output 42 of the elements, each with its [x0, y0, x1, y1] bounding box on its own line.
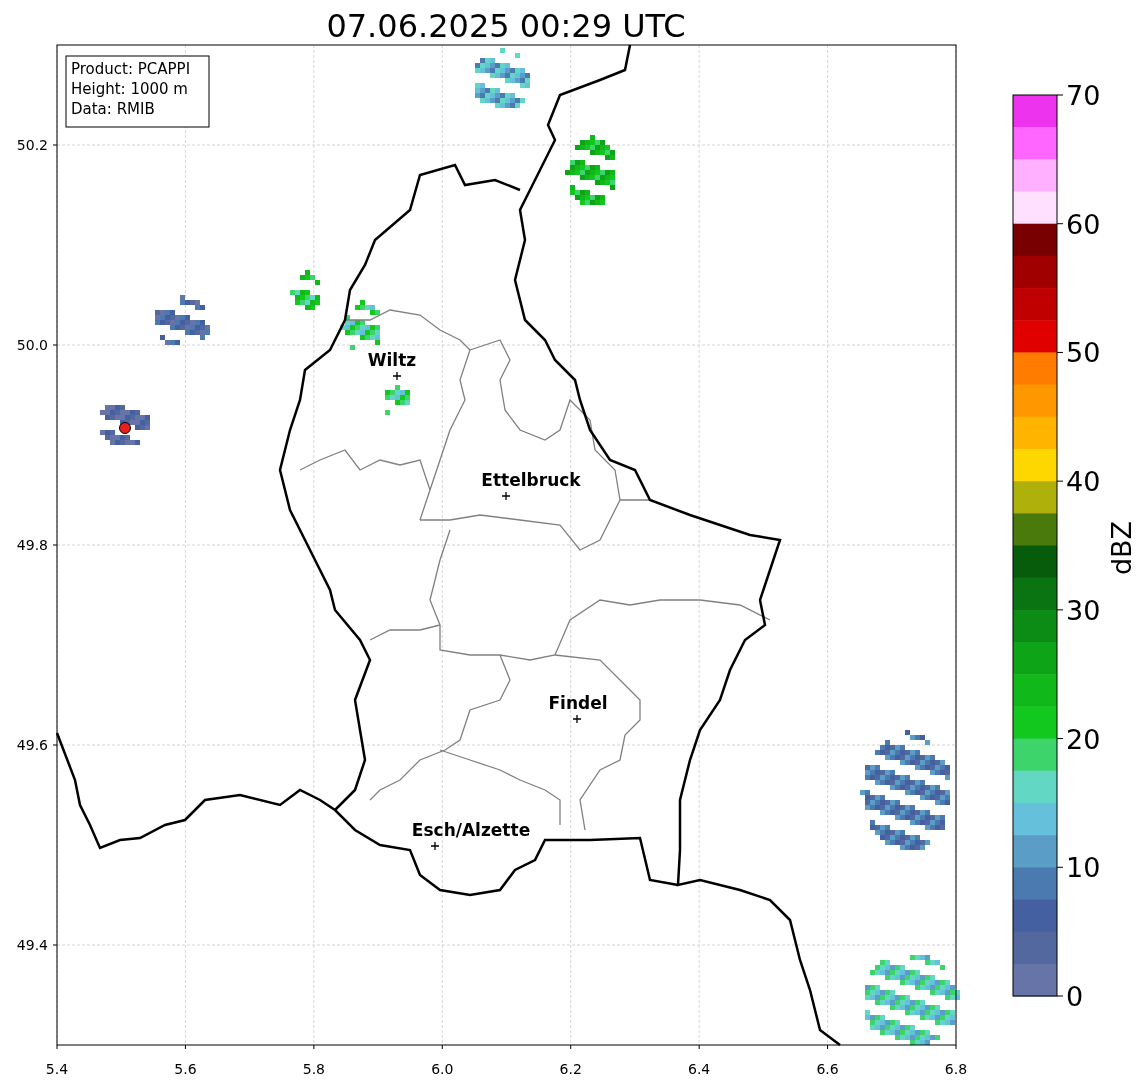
axis-tick-label: 49.8 — [16, 537, 48, 553]
city-label: Findel — [548, 693, 608, 713]
colorbar-tick-label: 0 — [1066, 981, 1084, 1012]
colorbar-label: dBZ — [1106, 520, 1137, 576]
city-marker — [501, 491, 511, 501]
colorbar-tick-label: 20 — [1066, 723, 1101, 755]
colorbar-tick-label: 40 — [1066, 466, 1101, 498]
axis-tick-label: 6.8 — [944, 1061, 968, 1077]
radar-echo — [155, 295, 210, 345]
city-marker — [572, 714, 582, 724]
axis-tick-label: 50.2 — [16, 137, 48, 153]
axis-tick-label: 5.4 — [45, 1061, 69, 1077]
axis-tick-label: 6.4 — [688, 1061, 711, 1077]
colorbar-tick-label: 50 — [1066, 337, 1101, 369]
radar-echo — [385, 385, 410, 415]
radar-echo — [475, 48, 530, 108]
radar-echo — [340, 300, 380, 350]
colorbar-tick-label: 70 — [1066, 80, 1101, 111]
axis-tick-label: 6.2 — [559, 1061, 582, 1077]
radar-echo — [100, 405, 150, 445]
radar-echo — [565, 135, 615, 205]
axis-tick-label: 6.6 — [816, 1061, 839, 1077]
axis-tick-label: 49.4 — [16, 937, 48, 953]
city-label: Wiltz — [367, 350, 417, 370]
chart-title: 07.06.2025 00:29 UTC — [326, 7, 686, 45]
info-text: Data: RMIB — [71, 100, 155, 118]
city-marker — [430, 841, 440, 851]
axis-tick-label: 50.0 — [16, 337, 48, 353]
axis-tick-label: 5.6 — [174, 1061, 197, 1077]
colorbar-tick-label: 60 — [1066, 208, 1101, 240]
city-marker — [392, 371, 402, 381]
city-label: Ettelbruck — [481, 470, 581, 490]
info-text: Product: PCAPPI — [71, 60, 191, 78]
info-text: Height: 1000 m — [71, 80, 188, 98]
axis-tick-label: 49.6 — [16, 737, 48, 753]
radar-echo — [290, 270, 320, 310]
radar-site-marker — [119, 422, 131, 434]
colorbar-tick-label: 10 — [1066, 852, 1101, 884]
axis-tick-label: 5.8 — [302, 1061, 325, 1077]
colorbar-tick-label: 30 — [1066, 594, 1101, 626]
city-label: Esch/Alzette — [411, 820, 531, 840]
axis-tick-label: 6.0 — [431, 1061, 454, 1077]
